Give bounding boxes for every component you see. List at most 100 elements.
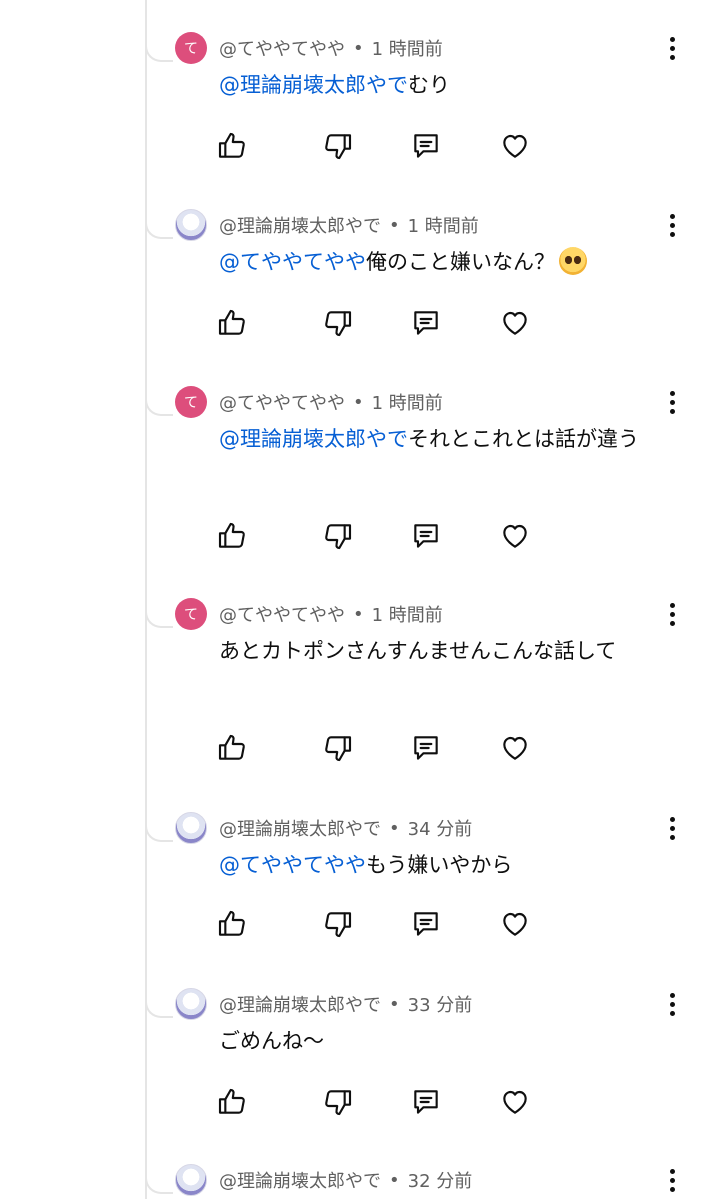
heart-button[interactable] — [497, 305, 533, 341]
comment-time[interactable]: 1 時間前 — [408, 212, 479, 238]
heart-icon — [503, 736, 527, 760]
thumbs-up-icon — [218, 309, 245, 335]
reply-comment-icon — [414, 134, 438, 158]
comment-body: もう嫌いやから — [366, 853, 513, 877]
avatar[interactable]: て — [175, 32, 207, 64]
author-name[interactable]: @てややてやや — [219, 389, 345, 415]
author-name[interactable]: @理論崩壊太郎やで — [219, 212, 381, 238]
heart-icon — [503, 1090, 527, 1114]
reply-button[interactable] — [408, 518, 444, 554]
comment-meta: @てややてやや • 1 時間前 — [219, 34, 443, 62]
more-vert-icon[interactable] — [660, 30, 684, 66]
thumbs-up-icon — [218, 910, 245, 936]
mention-link[interactable]: @理論崩壊太郎やで — [219, 427, 408, 451]
avatar-initial: て — [184, 607, 198, 623]
meta-separator: • — [389, 817, 400, 839]
more-vert-icon[interactable] — [660, 596, 684, 632]
thumbs-down-icon — [325, 311, 352, 337]
reply-button[interactable] — [408, 730, 444, 766]
avatar[interactable]: て — [175, 386, 207, 418]
author-name[interactable]: @理論崩壊太郎やで — [219, 1167, 381, 1193]
like-button[interactable] — [214, 128, 250, 164]
thread-connector — [145, 34, 173, 62]
thread-connector — [145, 211, 173, 239]
author-name[interactable]: @理論崩壊太郎やで — [219, 991, 381, 1017]
thumbs-down-icon — [325, 1090, 352, 1116]
meta-separator: • — [353, 391, 364, 413]
reply-button[interactable] — [408, 1084, 444, 1120]
avatar[interactable] — [175, 209, 207, 241]
author-name[interactable]: @てややてやや — [219, 35, 345, 61]
thread-connector — [145, 990, 173, 1018]
heart-button[interactable] — [497, 1084, 533, 1120]
comment-text: あとカトポンさんすんませんこんな話して — [219, 634, 659, 668]
like-button[interactable] — [214, 305, 250, 341]
dislike-button[interactable] — [320, 1084, 356, 1120]
like-button[interactable] — [214, 906, 250, 942]
more-vert-icon[interactable] — [660, 384, 684, 420]
comment-text: @てややてやや俺のこと嫌いなん？ — [219, 245, 659, 279]
avatar[interactable] — [175, 1164, 207, 1196]
comment-time[interactable]: 1 時間前 — [372, 389, 443, 415]
thumbs-up-icon — [218, 132, 245, 158]
dislike-button[interactable] — [320, 730, 356, 766]
reply-button[interactable] — [408, 906, 444, 942]
thumbs-up-icon — [218, 734, 245, 760]
comment-actions — [214, 906, 544, 942]
avatar[interactable] — [175, 988, 207, 1020]
comment-body: あとカトポンさんすんませんこんな話して — [219, 639, 617, 663]
more-vert-icon[interactable] — [660, 810, 684, 846]
comment-time[interactable]: 32 分前 — [408, 1167, 473, 1193]
comment-body: 俺のこと嫌いなん？ — [366, 250, 555, 274]
thread-connector — [145, 600, 173, 628]
comment-time[interactable]: 1 時間前 — [372, 35, 443, 61]
comment-meta: @てややてやや • 1 時間前 — [219, 388, 443, 416]
more-vert-icon[interactable] — [660, 207, 684, 243]
like-button[interactable] — [214, 1084, 250, 1120]
reply-comment-icon — [414, 1090, 438, 1114]
heart-icon — [503, 912, 527, 936]
mention-link[interactable]: @てややてやや — [219, 250, 366, 274]
author-name[interactable]: @理論崩壊太郎やで — [219, 815, 381, 841]
avatar-initial: て — [184, 395, 198, 411]
reply-comment-icon — [414, 524, 438, 548]
like-button[interactable] — [214, 518, 250, 554]
dislike-button[interactable] — [320, 128, 356, 164]
heart-button[interactable] — [497, 730, 533, 766]
comment-actions — [214, 305, 544, 341]
comment-body: むり — [408, 73, 450, 97]
dislike-button[interactable] — [320, 906, 356, 942]
avatar[interactable]: て — [175, 598, 207, 630]
comment-actions — [214, 1084, 544, 1120]
mention-link[interactable]: @理論崩壊太郎やで — [219, 73, 408, 97]
meta-separator: • — [353, 603, 364, 625]
heart-button[interactable] — [497, 518, 533, 554]
comment-text: @理論崩壊太郎やでそれとこれとは話が違う — [219, 422, 659, 456]
heart-icon — [503, 311, 527, 335]
heart-button[interactable] — [497, 128, 533, 164]
comment-meta: @理論崩壊太郎やで • 33 分前 — [219, 990, 472, 1018]
comment-text: ごめんね～ — [219, 1024, 659, 1058]
reply-comment-icon — [414, 311, 438, 335]
reply-comment-icon — [414, 912, 438, 936]
comment-text: @てややてややもう嫌いやから — [219, 848, 659, 882]
avatar[interactable] — [175, 812, 207, 844]
more-vert-icon[interactable] — [660, 1162, 684, 1198]
comment-time[interactable]: 33 分前 — [408, 991, 473, 1017]
heart-icon — [503, 134, 527, 158]
comment-body: それとこれとは話が違う — [408, 427, 639, 451]
author-name[interactable]: @てややてやや — [219, 601, 345, 627]
dislike-button[interactable] — [320, 305, 356, 341]
reply-button[interactable] — [408, 305, 444, 341]
dislike-button[interactable] — [320, 518, 356, 554]
like-button[interactable] — [214, 730, 250, 766]
comment-time[interactable]: 1 時間前 — [372, 601, 443, 627]
heart-button[interactable] — [497, 906, 533, 942]
thread-connector — [145, 388, 173, 416]
comment-time[interactable]: 34 分前 — [408, 815, 473, 841]
reply-button[interactable] — [408, 128, 444, 164]
more-vert-icon[interactable] — [660, 986, 684, 1022]
mention-link[interactable]: @てややてやや — [219, 853, 366, 877]
comment-body: ごめんね～ — [219, 1029, 324, 1053]
comment-meta: @理論崩壊太郎やで • 32 分前 — [219, 1166, 472, 1194]
